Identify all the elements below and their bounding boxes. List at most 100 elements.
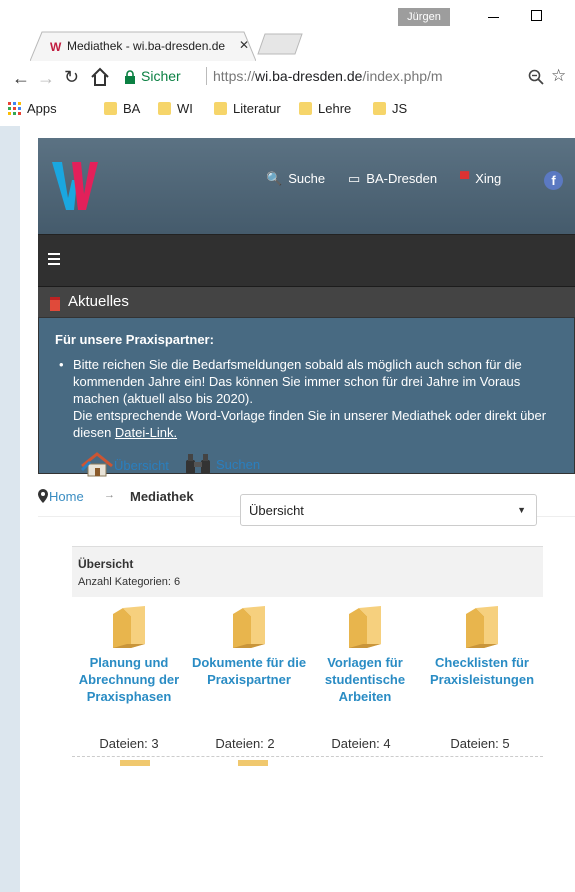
secure-label: Sicher: [141, 68, 181, 84]
address-bar[interactable]: Sicher https://wi.ba-dresden.de/index.ph…: [120, 65, 520, 89]
folder-icon: [104, 102, 117, 115]
bookmark-lehre[interactable]: Lehre: [299, 101, 351, 116]
notice-heading: Für unsere Praxispartner:: [55, 332, 214, 347]
category-count: Anzahl Kategorien: 6: [78, 576, 181, 588]
bookmark-label: Lehre: [318, 101, 352, 116]
bookmark-star-icon[interactable]: ☆: [551, 66, 566, 86]
folder-icon: [158, 102, 171, 115]
nav-label: Xing: [475, 171, 502, 186]
favicon-icon: W: [50, 40, 62, 54]
bookmark-ba[interactable]: BA: [104, 101, 140, 116]
file-count: Dateien: 3: [99, 736, 159, 751]
category-label[interactable]: Dokumente für die Praxispartner: [190, 654, 308, 688]
main-menu-bar: [38, 234, 575, 287]
search-icon: 🔍: [266, 171, 283, 186]
folder-icon: [113, 606, 145, 648]
folder-icon: [238, 760, 268, 766]
breadcrumb-arrow-icon: →: [104, 489, 115, 501]
url-divider: [206, 67, 207, 85]
breadcrumb-home[interactable]: Home: [49, 489, 84, 504]
profile-button[interactable]: Jürgen: [398, 8, 450, 26]
binoculars-icon: [186, 454, 210, 474]
category-select[interactable]: Übersicht ▼: [240, 494, 537, 526]
reload-icon[interactable]: ↻: [64, 67, 79, 88]
minimize-button[interactable]: [486, 6, 502, 22]
category-label[interactable]: Planung und Abrechnung der Praxisphasen: [70, 654, 188, 705]
nav-ba-dresden[interactable]: ▭ BA-Dresden: [348, 171, 437, 187]
category-label[interactable]: Vorlagen für studentische Arbeiten: [306, 654, 424, 705]
file-count: Dateien: 5: [450, 736, 510, 751]
category-item[interactable]: Checklisten für Praxisleistungen: [423, 604, 541, 688]
category-item[interactable]: Vorlagen für studentische Arbeiten: [306, 604, 424, 705]
wi-logo[interactable]: [50, 158, 100, 213]
toolbar: ← → ↻ Sicher https://wi.ba-dresden.de/in…: [0, 62, 575, 95]
bookmark-apps[interactable]: Apps: [8, 101, 57, 116]
home-house-icon: [80, 452, 113, 477]
apps-grid-icon: [8, 102, 21, 115]
bullet: •: [59, 357, 64, 372]
bookmark-wi[interactable]: WI: [158, 101, 193, 116]
bookmark-label: Apps: [27, 101, 57, 116]
maximize-button[interactable]: [531, 10, 542, 21]
category-item[interactable]: Dokumente für die Praxispartner: [190, 604, 308, 688]
page-left-margin: [0, 126, 20, 892]
select-value: Übersicht: [249, 503, 304, 518]
folder-icon: [299, 102, 312, 115]
file-link[interactable]: Datei-Link.: [115, 425, 177, 440]
bookmark-label: JS: [392, 101, 408, 116]
browser-tab[interactable]: W Mediathek - wi.ba-dresden.de ✕: [30, 31, 256, 61]
zoom-icon[interactable]: [528, 69, 544, 85]
search-link[interactable]: Suchen: [184, 452, 260, 476]
site-header: 🔍 Suche ▭ BA-Dresden ▀ Xing f: [38, 138, 575, 246]
nav-label: BA-Dresden: [366, 171, 438, 186]
calendar-icon: [50, 297, 60, 311]
category-label[interactable]: Checklisten für Praxisleistungen: [423, 654, 541, 688]
url-host: wi.ba-dresden.de: [255, 68, 363, 84]
overview-link[interactable]: Übersicht: [80, 452, 169, 478]
bookmark-js[interactable]: JS: [373, 101, 407, 116]
breadcrumb-current: Mediathek: [130, 489, 194, 504]
lock-icon: [125, 70, 135, 84]
nav-xing[interactable]: ▀ Xing: [460, 171, 501, 186]
url-text: https://wi.ba-dresden.de/index.php/m: [213, 68, 513, 84]
aktuelles-title: Aktuelles: [68, 293, 129, 310]
forward-arrow-icon[interactable]: →: [37, 68, 55, 89]
search-label: Suchen: [216, 457, 261, 472]
aktuelles-header: Aktuelles: [38, 286, 575, 317]
notice-text: Bitte reichen Sie die Bedarfsmeldungen s…: [73, 357, 522, 406]
tab-close-icon[interactable]: ✕: [239, 38, 249, 52]
folder-icon: [214, 102, 227, 115]
xing-icon: ▀: [460, 171, 470, 186]
folder-icon: [120, 760, 150, 766]
new-tab-button[interactable]: [256, 33, 304, 55]
category-overview-panel: Übersicht Anzahl Kategorien: 6: [72, 546, 543, 597]
folder-icon: [233, 606, 265, 648]
tab-title: Mediathek - wi.ba-dresden.de: [67, 39, 226, 53]
file-count: Dateien: 2: [215, 736, 275, 751]
url-scheme: https://: [213, 68, 256, 84]
hamburger-menu-icon[interactable]: [48, 253, 60, 268]
home-icon[interactable]: [89, 66, 111, 88]
category-item[interactable]: Planung und Abrechnung der Praxisphasen: [70, 604, 188, 705]
chevron-down-icon: ▼: [517, 505, 526, 515]
panel-title: Übersicht: [78, 557, 134, 571]
bookmark-literatur[interactable]: Literatur: [214, 101, 281, 116]
bookmarks-bar: Apps BA WI Literatur Lehre JS: [0, 94, 575, 127]
folder-icon: [373, 102, 386, 115]
nav-label: Suche: [288, 171, 326, 186]
folder-icon: [349, 606, 381, 648]
back-arrow-icon[interactable]: ←: [12, 68, 30, 89]
facebook-icon[interactable]: f: [544, 171, 563, 190]
bookmark-label: Literatur: [233, 101, 281, 116]
url-path: /index.php/m: [362, 68, 443, 84]
divider: [72, 756, 543, 757]
news-notice: Für unsere Praxispartner: • Bitte reiche…: [38, 317, 575, 474]
bookmark-label: BA: [123, 101, 141, 116]
notice-body: • Bitte reichen Sie die Bedarfsmeldungen…: [59, 356, 563, 441]
nav-search[interactable]: 🔍 Suche: [266, 171, 325, 187]
monitor-icon: ▭: [348, 171, 361, 186]
bookmark-label: WI: [177, 101, 193, 116]
map-pin-icon: [38, 489, 48, 503]
overview-label: Übersicht: [114, 458, 169, 473]
browser-titlebar: Jürgen W Mediathek - wi.ba-dresden.de ✕: [0, 0, 575, 62]
